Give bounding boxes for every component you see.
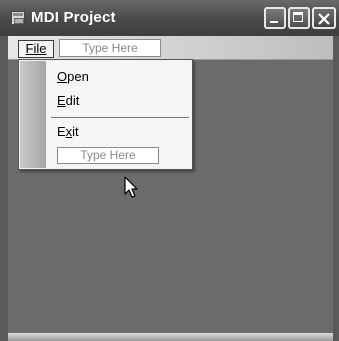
mouse-pointer-icon bbox=[124, 176, 138, 198]
mdi-window: MDI Project File Type Here Open Edit Exi… bbox=[0, 0, 339, 341]
minimize-button[interactable] bbox=[264, 7, 286, 29]
menu-separator bbox=[51, 117, 189, 118]
maximize-button[interactable] bbox=[288, 7, 310, 29]
file-dropdown-menu: Open Edit Exit Type Here bbox=[18, 59, 193, 170]
window-frame-left bbox=[0, 36, 8, 341]
menu-item-exit[interactable]: Exit bbox=[57, 124, 79, 139]
app-icon[interactable] bbox=[11, 11, 25, 25]
menu-item-exit-rest: it bbox=[72, 124, 79, 139]
menu-item-edit[interactable]: Edit bbox=[57, 93, 79, 108]
menu-item-edit-mnemonic: E bbox=[57, 93, 66, 108]
window-frame-right bbox=[333, 36, 339, 341]
menu-item-exit-pre: E bbox=[57, 124, 66, 139]
menu-item-open-mnemonic: O bbox=[57, 69, 68, 84]
menu-image-margin bbox=[20, 61, 46, 168]
close-icon bbox=[318, 13, 330, 25]
submenu-type-here-box[interactable]: Type Here bbox=[57, 147, 159, 164]
menu-bar: File Type Here bbox=[8, 36, 333, 60]
menu-file-label: File bbox=[25, 41, 47, 56]
menu-item-open[interactable]: Open bbox=[57, 69, 89, 84]
menu-file[interactable]: File bbox=[18, 40, 54, 58]
menu-item-open-rest: pen bbox=[67, 69, 89, 84]
window-bottom-edge bbox=[8, 333, 333, 341]
menu-item-edit-rest: dit bbox=[65, 93, 80, 108]
close-button[interactable] bbox=[312, 7, 336, 29]
title-bar[interactable]: MDI Project bbox=[0, 0, 339, 37]
menu-type-here-box[interactable]: Type Here bbox=[59, 39, 161, 57]
window-title: MDI Project bbox=[31, 9, 116, 26]
